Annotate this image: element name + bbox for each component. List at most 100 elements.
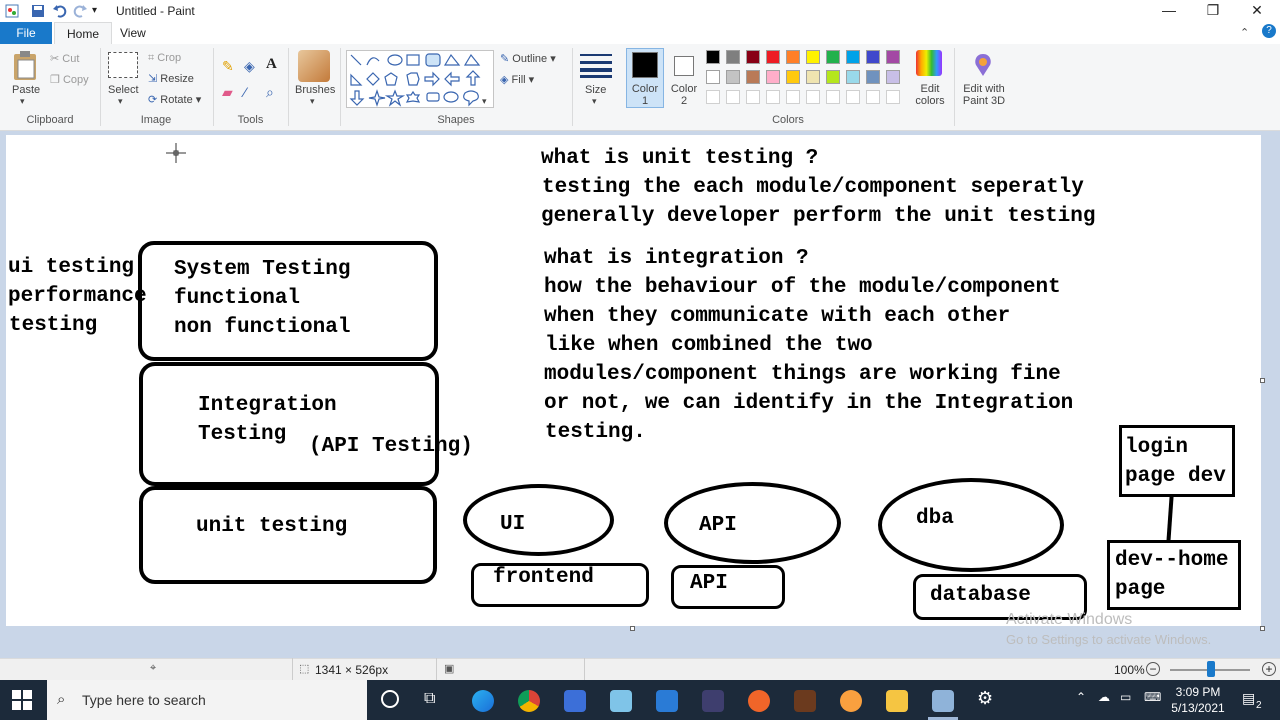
save-icon[interactable] [30,3,46,19]
cut-button[interactable]: ✂ Cut [50,52,79,65]
onedrive-icon[interactable]: ☁ [1098,690,1110,704]
paint-app-icon[interactable] [4,3,20,19]
game-app-icon[interactable] [794,690,816,712]
magnifier-icon[interactable]: ⌕ [266,84,274,101]
select-button[interactable] [108,52,138,78]
canvas-resize-handle-bottom[interactable] [630,626,635,631]
palette-swatch[interactable] [786,70,800,84]
palette-swatch[interactable] [886,70,900,84]
palette-swatch[interactable] [766,90,780,104]
tab-home[interactable]: Home [54,22,113,45]
palette-swatch[interactable] [746,70,760,84]
canvas-resize-handle-corner[interactable] [1260,626,1265,631]
color2-swatch[interactable] [674,56,694,76]
palette-swatch[interactable] [806,90,820,104]
taskbar-clock[interactable]: 3:09 PM 5/13/2021 [1168,684,1228,716]
palette-swatch[interactable] [706,50,720,64]
undo-icon[interactable] [52,3,68,19]
edge-icon[interactable] [472,690,494,712]
cortana-icon[interactable] [381,690,399,708]
palette-swatch[interactable] [866,70,880,84]
drawing-canvas[interactable]: what is unit testing ? testing the each … [6,135,1261,626]
shapes-gallery-more-icon[interactable]: ▾ [482,96,487,107]
palette-swatch[interactable] [746,90,760,104]
palette-swatch[interactable] [886,50,900,64]
media-app-icon[interactable] [840,690,862,712]
canvas-resize-handle-right[interactable] [1260,378,1265,383]
show-hidden-icons-icon[interactable]: ⌃ [1076,690,1086,704]
browser-app-icon[interactable] [748,690,770,712]
notepad-icon[interactable] [610,690,632,712]
palette-swatch[interactable] [746,50,760,64]
zoom-slider-thumb[interactable] [1207,661,1215,677]
rotate-button[interactable]: ⟳ Rotate ▾ [148,93,201,106]
palette-swatch[interactable] [846,90,860,104]
eraser-icon[interactable]: ▰ [222,84,233,101]
edit-colors-icon[interactable] [916,50,942,76]
restore-button[interactable]: ❐ [1190,0,1236,22]
task-view-icon[interactable]: ⧉ [424,690,435,708]
store-icon[interactable] [564,690,586,712]
resize-button[interactable]: ⇲ Resize [148,72,194,85]
close-button[interactable]: ✕ [1234,0,1280,22]
settings-gear-icon[interactable]: ⚙ [977,688,993,709]
home-page-line1: dev--home [1115,549,1229,572]
note-integration-answer-4: modules/component things are working fin… [544,363,1061,386]
select-dropdown-icon[interactable]: ▾ [118,96,123,107]
mail-icon[interactable] [656,690,678,712]
notifications-icon[interactable]: ▤ [1242,690,1255,707]
crop-button[interactable]: ⌗ Crop [148,52,181,65]
fill-button[interactable]: ◈ Fill ▾ [500,73,534,86]
paint3d-icon[interactable] [972,52,994,78]
paste-dropdown-icon[interactable]: ▾ [20,96,25,107]
fill-bucket-icon[interactable]: ◈ [244,58,255,75]
brushes-dropdown-icon[interactable]: ▾ [310,96,315,107]
tab-view[interactable]: View [108,22,158,44]
palette-swatch[interactable] [886,90,900,104]
palette-swatch[interactable] [866,50,880,64]
palette-swatch[interactable] [826,70,840,84]
palette-swatch[interactable] [826,50,840,64]
outline-button[interactable]: ✎ Outline ▾ [500,52,556,65]
collapse-ribbon-icon[interactable]: ⌃ [1240,26,1249,39]
palette-swatch[interactable] [826,90,840,104]
tab-file[interactable]: File [0,22,52,44]
customize-quick-access-icon[interactable]: ▾ [92,3,108,19]
palette-swatch[interactable] [786,90,800,104]
palette-swatch[interactable] [786,50,800,64]
palette-swatch[interactable] [766,70,780,84]
palette-swatch[interactable] [866,90,880,104]
battery-icon[interactable]: ▭ [1120,690,1131,704]
palette-swatch[interactable] [806,50,820,64]
palette-swatch[interactable] [766,50,780,64]
palette-swatch[interactable] [726,70,740,84]
minimize-button[interactable]: — [1146,0,1192,22]
palette-swatch[interactable] [706,70,720,84]
palette-swatch[interactable] [706,90,720,104]
palette-swatch[interactable] [846,70,860,84]
vpn-app-icon[interactable] [702,690,724,712]
paint-taskbar-icon[interactable] [932,690,954,712]
shapes-gallery[interactable] [346,50,494,108]
taskbar-search-box[interactable]: ⌕ Type here to search [47,680,367,720]
brushes-icon[interactable] [298,50,330,82]
zoom-out-button[interactable]: − [1146,662,1160,676]
zoom-in-button[interactable]: + [1262,662,1276,676]
palette-swatch[interactable] [726,90,740,104]
palette-swatch[interactable] [726,50,740,64]
palette-swatch[interactable] [806,70,820,84]
color-picker-icon[interactable]: ⁄ [244,84,246,100]
help-icon[interactable]: ? [1262,24,1276,38]
size-icon[interactable] [580,52,612,78]
redo-icon[interactable] [72,3,88,19]
size-dropdown-icon[interactable]: ▾ [592,96,597,107]
text-tool-icon[interactable]: A [266,56,277,73]
keyboard-icon[interactable]: ⌨ [1144,690,1161,704]
copy-button[interactable]: ❐ Copy [50,73,89,86]
windows-start-icon[interactable] [12,690,32,710]
palette-swatch[interactable] [846,50,860,64]
pencil-icon[interactable]: ✎ [222,58,234,75]
paste-button[interactable] [12,50,38,85]
chrome-icon[interactable] [518,690,540,712]
file-explorer-icon[interactable] [886,690,908,712]
